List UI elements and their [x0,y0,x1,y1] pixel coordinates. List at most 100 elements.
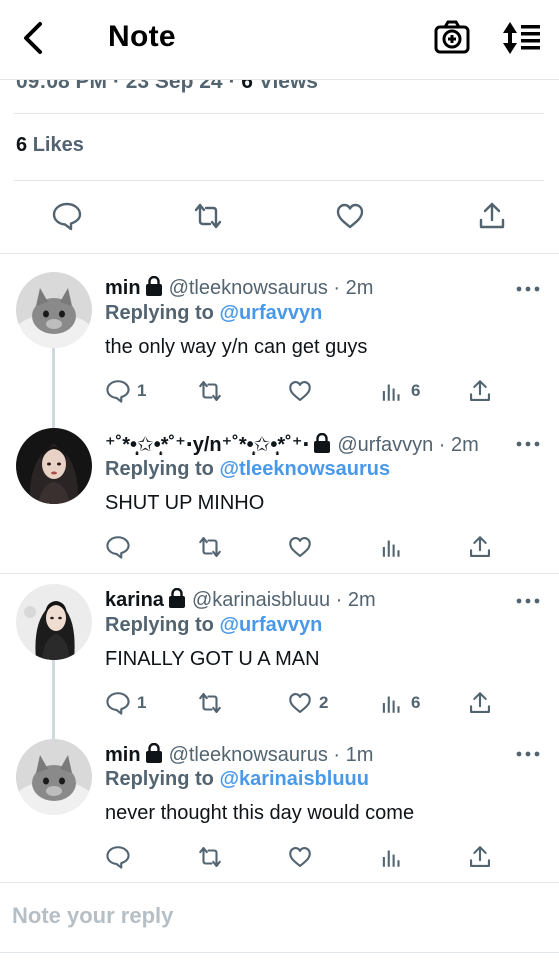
renote-icon[interactable] [192,200,224,232]
reply-text: never thought this day would come [105,802,415,824]
views-button[interactable]: 6 [379,688,420,718]
replying-to-link[interactable]: @tleeknowsaurus [219,458,390,480]
reply-actions: 1 2 6 [105,688,545,718]
divider [14,180,544,181]
views-icon [382,540,400,557]
handle[interactable]: @tleeknowsaurus · 2m [169,277,374,299]
like-button[interactable] [287,842,319,872]
divider [14,113,544,114]
replying-to: Replying to @urfavvyn [105,614,322,637]
likes-summary[interactable]: 6 Likes [16,134,84,157]
reply-icon [106,380,130,403]
reply-header: min @tleeknowsaurus · 1m [105,743,373,767]
more-options-icon[interactable] [516,284,540,294]
avatar[interactable] [16,428,92,504]
replying-to-link[interactable]: @karinaisbluuu [219,768,369,790]
view-count: 6 [411,381,421,400]
reply-header: ⁺˚*•̩̩͙✩•̩̩͙*˚⁺‧y/n⁺˚*•̩̩͙✩•̩̩͙*˚⁺‧ @urfa… [105,432,479,457]
renote-icon [199,693,221,713]
more-options-icon[interactable] [516,439,540,449]
reply-icon [106,846,130,869]
renote-icon [199,381,221,401]
heart-icon [289,537,311,557]
share-button[interactable] [467,688,493,718]
display-name[interactable]: karina [105,589,164,611]
share-button[interactable] [467,842,493,872]
handle[interactable]: @urfavvyn · 2m [337,434,478,456]
thread-line [52,348,55,430]
display-name[interactable]: min [105,277,141,299]
renote-button[interactable] [197,688,223,718]
views-icon [382,384,400,401]
lock-icon [314,433,331,453]
share-icon [470,846,490,867]
reply-count: 1 [137,693,147,712]
renote-button[interactable] [197,532,223,562]
replying-to: Replying to @tleeknowsaurus [105,458,390,481]
avatar[interactable] [16,272,92,348]
heart-icon [289,847,311,867]
share-button[interactable] [467,532,493,562]
reply-button[interactable]: 1 [105,688,146,718]
divider [0,573,559,574]
reply-actions: 1 6 [105,376,545,406]
share-icon [470,536,490,557]
like-button[interactable] [287,376,319,406]
display-name[interactable]: ⁺˚*•̩̩͙✩•̩̩͙*˚⁺‧y/n⁺˚*•̩̩͙✩•̩̩͙*˚⁺‧ [105,434,309,456]
lock-icon [168,588,185,608]
like-button[interactable]: 2 [287,688,328,718]
heart-icon[interactable] [334,200,366,232]
replying-label: Replying to [105,614,214,636]
camera-add-icon[interactable] [432,18,472,58]
reply-icon [106,692,130,715]
reply-icon [106,536,130,559]
views-icon [382,850,400,867]
renote-button[interactable] [197,376,223,406]
replying-to-link[interactable]: @urfavvyn [219,302,322,324]
views-icon [382,696,400,713]
reply-text: SHUT UP MINHO [105,492,265,514]
reply-button[interactable] [105,842,137,872]
avatar[interactable] [16,739,92,815]
renote-button[interactable] [197,842,223,872]
reply-text: the only way y/n can get guys [105,336,368,358]
reply-button[interactable] [105,532,137,562]
share-icon[interactable] [476,200,508,232]
views-button[interactable] [379,532,411,562]
views-button[interactable]: 6 [379,376,420,406]
lock-icon [145,743,162,763]
views-button[interactable] [379,842,411,872]
reply-icon[interactable] [51,200,83,232]
replying-to: Replying to @urfavvyn [105,302,322,325]
share-button[interactable] [467,376,493,406]
replying-to: Replying to @karinaisbluuu [105,768,369,791]
renote-icon [199,847,221,867]
share-icon [470,380,490,401]
chevron-left-icon[interactable] [14,18,54,58]
page-title: Note [108,20,176,53]
handle[interactable]: @tleeknowsaurus · 1m [169,744,374,766]
note-action-bar [0,190,559,242]
like-count: 2 [319,693,329,712]
lock-icon [145,276,162,296]
likes-count: 6 [16,134,28,156]
replying-to-link[interactable]: @urfavvyn [219,614,322,636]
reply-button[interactable]: 1 [105,376,146,406]
like-button[interactable] [287,532,319,562]
divider [0,952,559,953]
divider [0,253,559,254]
reply-input[interactable]: Note your reply [12,903,173,929]
heart-icon [289,381,311,401]
more-options-icon[interactable] [516,596,540,606]
reply-count: 1 [137,381,147,400]
avatar[interactable] [16,584,92,660]
renote-icon [199,537,221,557]
view-count: 6 [411,693,421,712]
divider [0,882,559,883]
thread-line [52,660,55,742]
sort-list-icon[interactable] [500,18,544,58]
handle[interactable]: @karinaisbluuu · 2m [192,589,376,611]
more-options-icon[interactable] [516,749,540,759]
display-name[interactable]: min [105,744,141,766]
reply-header: karina @karinaisbluuu · 2m [105,588,376,612]
